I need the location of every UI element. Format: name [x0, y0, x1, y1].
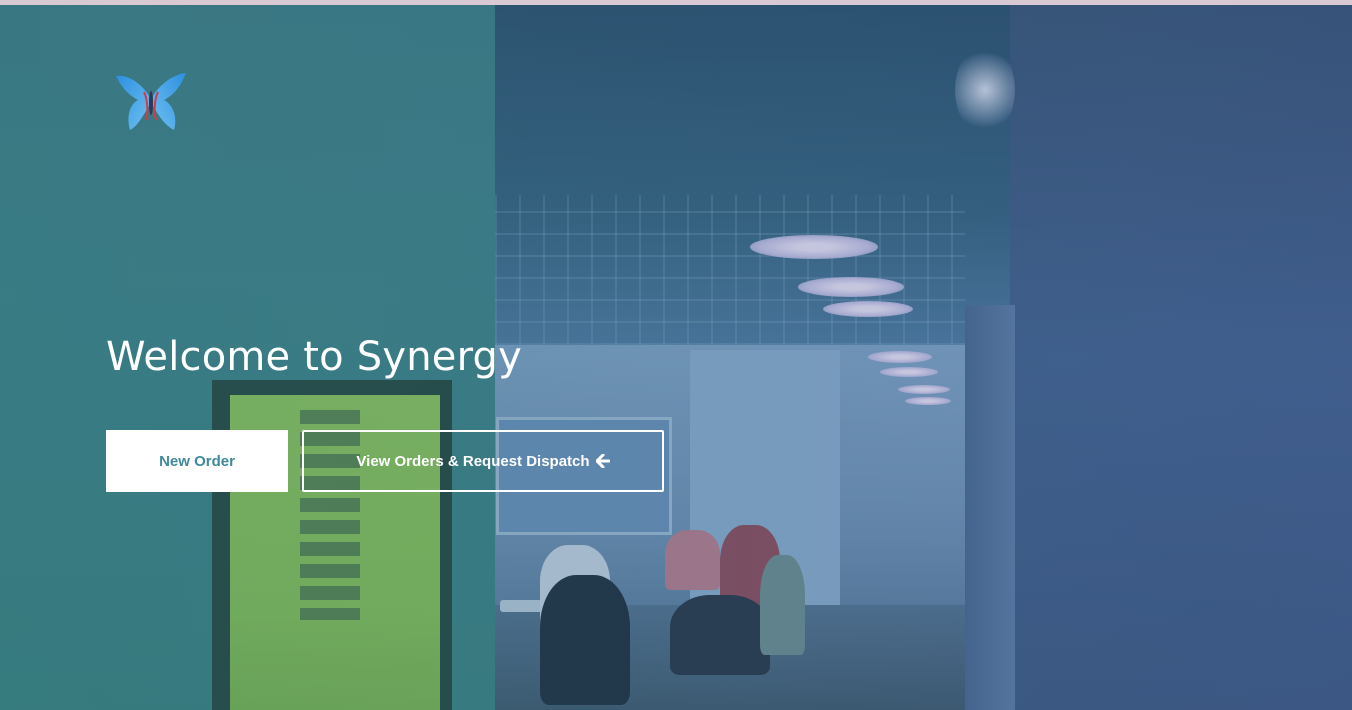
top-border: [0, 0, 1352, 5]
arrow-left-icon: [595, 453, 611, 469]
landing-page: Welcome to Synergy New Order View Orders…: [0, 0, 1352, 710]
butterfly-icon[interactable]: [114, 70, 188, 134]
view-orders-button[interactable]: View Orders & Request Dispatch: [302, 430, 664, 492]
page-title: Welcome to Synergy: [106, 334, 522, 380]
new-order-button[interactable]: New Order: [106, 430, 288, 492]
new-order-button-label: New Order: [159, 452, 235, 470]
view-orders-button-label: View Orders & Request Dispatch: [356, 452, 590, 470]
